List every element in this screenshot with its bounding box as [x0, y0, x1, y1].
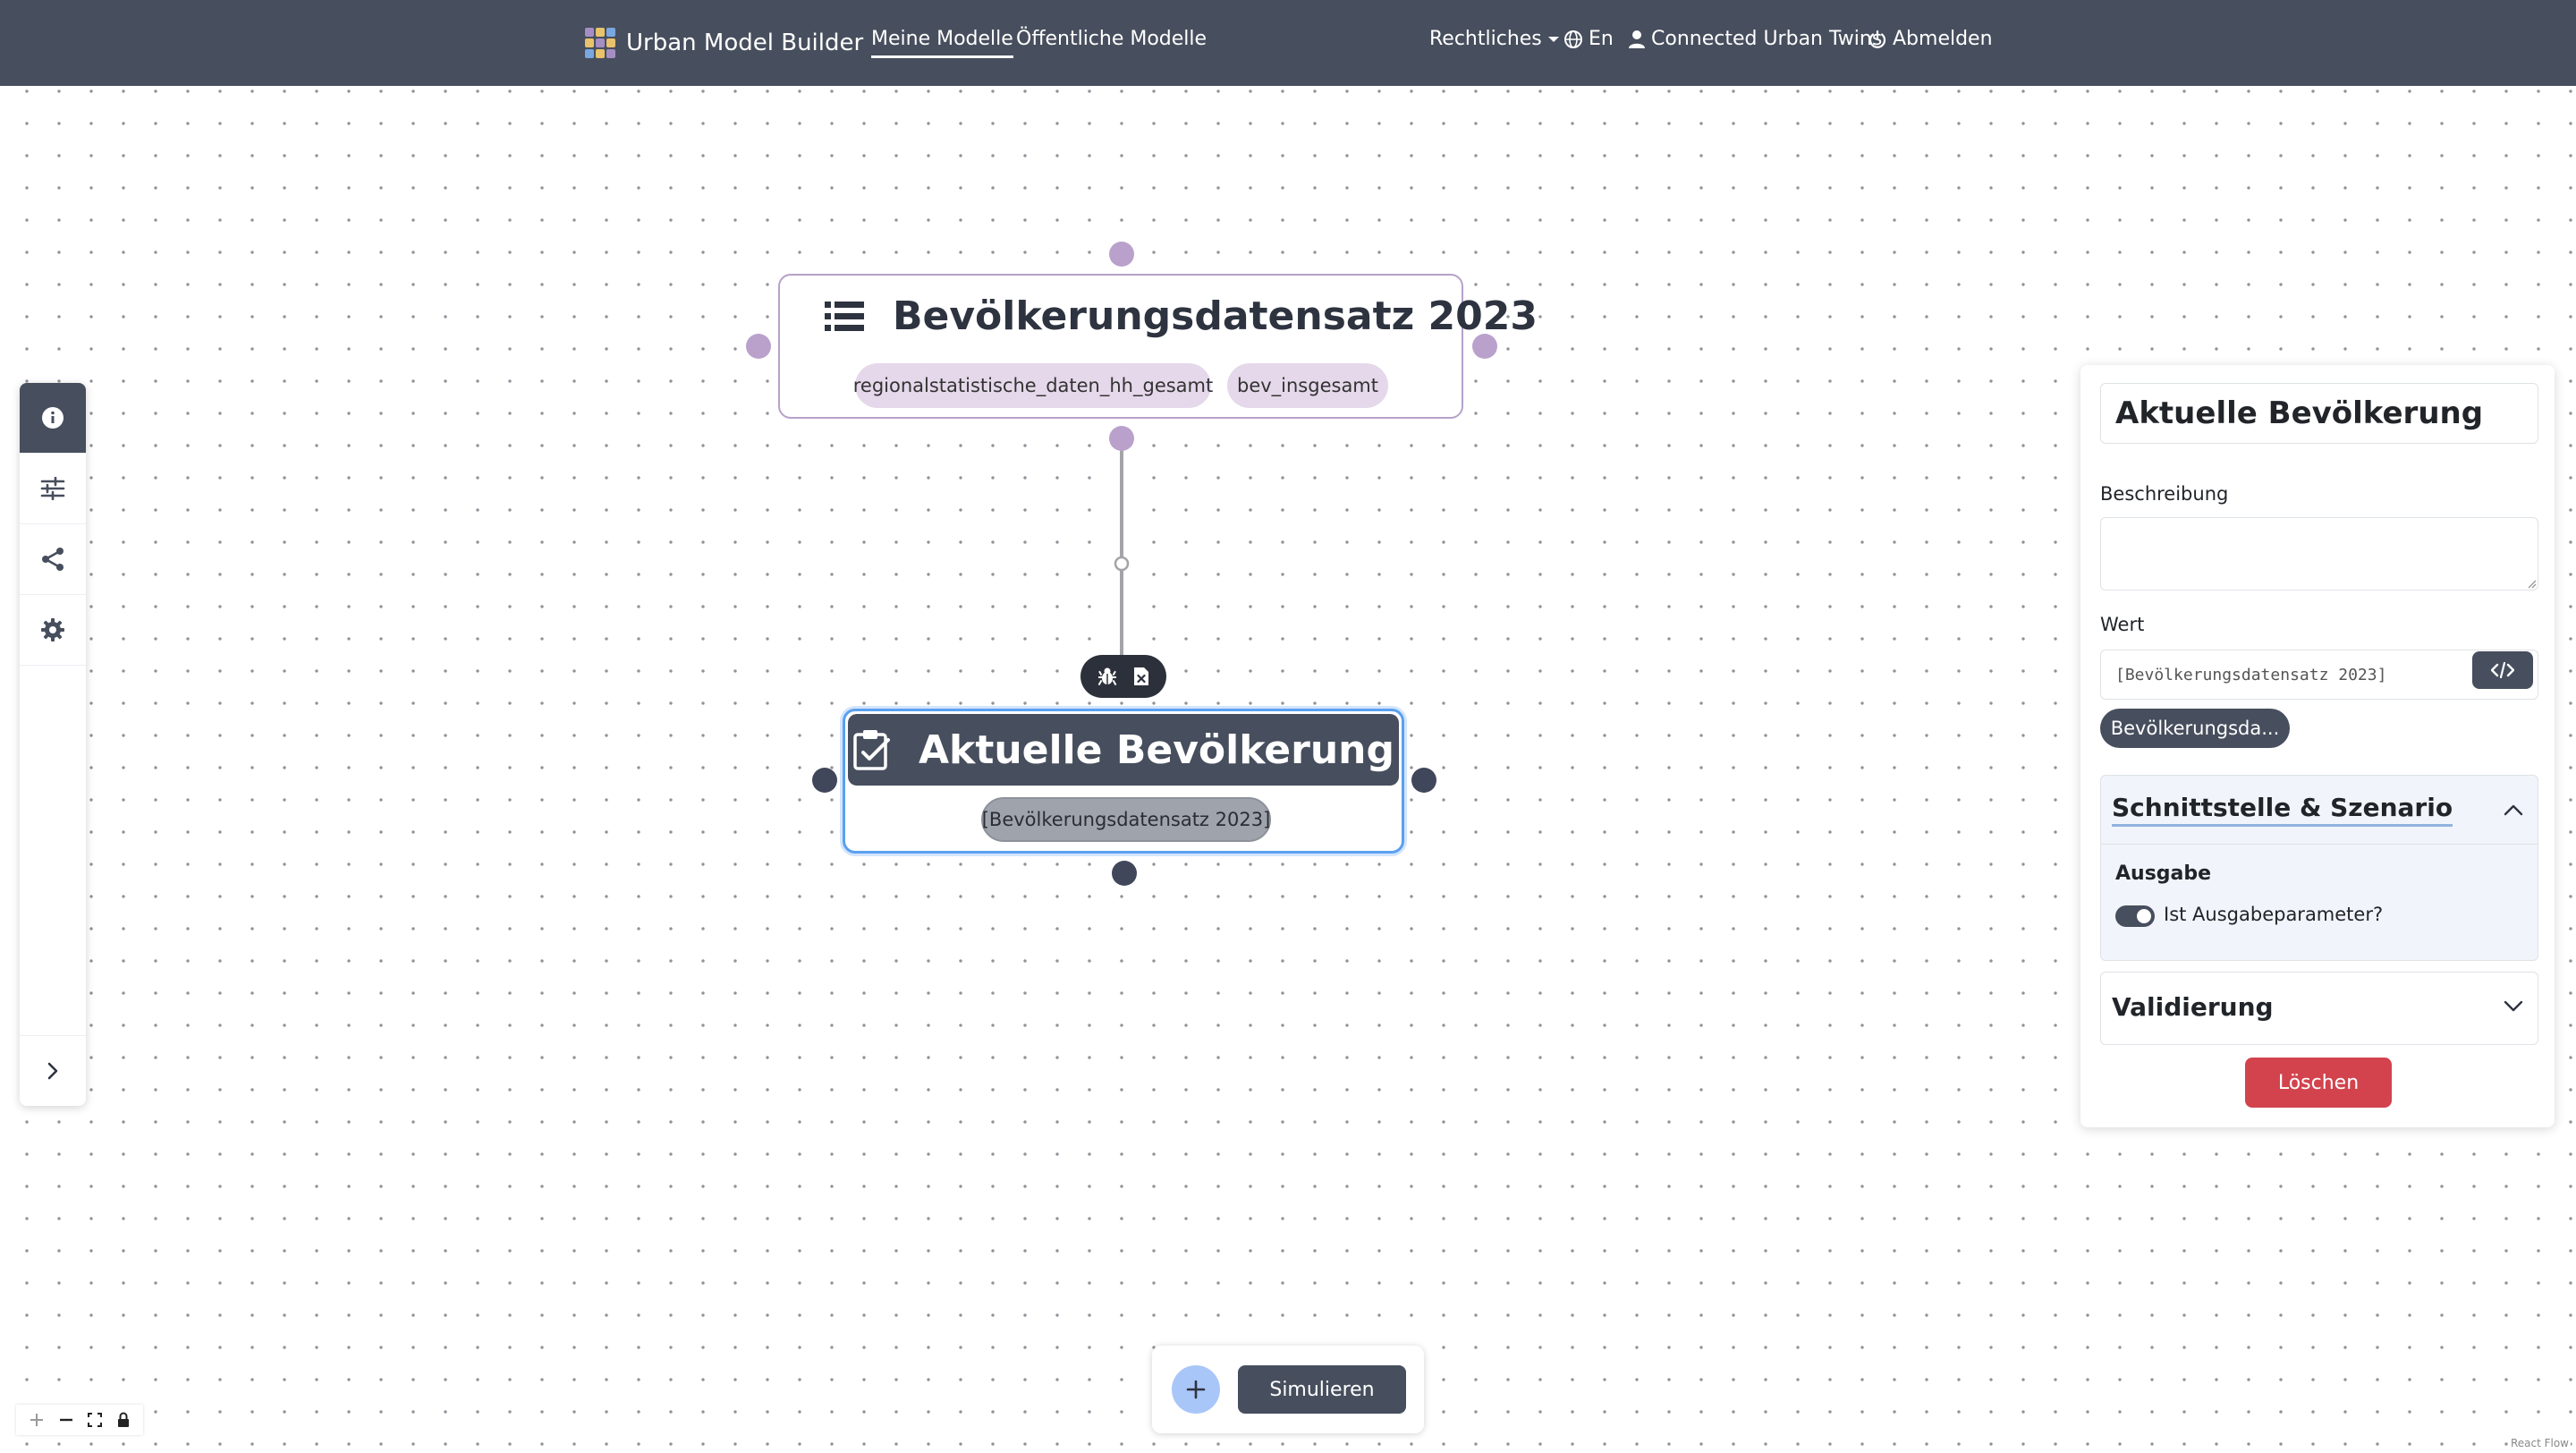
- dataset-handle-left[interactable]: [746, 334, 771, 359]
- accordion-validation-header[interactable]: Validierung: [2112, 973, 2523, 1041]
- node-toolbar: [1080, 655, 1166, 698]
- accordion-interface-title: Schnittstelle & Szenario: [2112, 793, 2453, 827]
- properties-panel: Aktuelle Bevölkerung Beschreibung Wert […: [2080, 365, 2555, 1127]
- output-toggle-label: Ist Ausgabeparameter?: [2164, 904, 2384, 925]
- plus-icon: [1186, 1380, 1206, 1399]
- accordion-interface-scenario: Schnittstelle & Szenario Ausgabe Ist Aus…: [2100, 775, 2538, 961]
- resize-grip-icon[interactable]: [2526, 578, 2537, 589]
- description-label: Beschreibung: [2100, 483, 2229, 505]
- accordion-interface-body: Ausgabe Ist Ausgabeparameter?: [2101, 844, 2538, 960]
- reference-pill[interactable]: Bevölkerungsda...: [2100, 709, 2290, 748]
- delete-file-icon[interactable]: [1133, 667, 1149, 686]
- description-textarea[interactable]: [2100, 517, 2538, 591]
- chevron-down-icon: [2504, 1000, 2523, 1012]
- dataset-node[interactable]: Bevölkerungsdatensatz 2023 regionalstati…: [778, 274, 1538, 419]
- dataset-handle-top[interactable]: [1109, 242, 1134, 267]
- variable-handle-right[interactable]: [1411, 768, 1436, 793]
- value-label: Wert: [2100, 614, 2145, 635]
- zoom-in-icon[interactable]: [29, 1412, 45, 1428]
- dataset-tag: bev_insgesamt: [1227, 363, 1388, 408]
- dataset-tag: regionalstatistische_daten_hh_gesamt: [853, 363, 1213, 408]
- edge-midpoint-handle[interactable]: [1114, 556, 1130, 572]
- add-node-button[interactable]: [1172, 1365, 1220, 1414]
- variable-node-title: Aktuelle Bevölkerung: [919, 726, 1394, 773]
- node-name-input[interactable]: Aktuelle Bevölkerung: [2100, 383, 2538, 444]
- dataset-handle-right[interactable]: [1472, 334, 1497, 359]
- dataset-handle-bottom[interactable]: [1109, 426, 1134, 451]
- simulate-button[interactable]: Simulieren: [1238, 1365, 1406, 1414]
- accordion-interface-header[interactable]: Schnittstelle & Szenario: [2112, 776, 2523, 844]
- dataset-node-title: Bevölkerungsdatensatz 2023: [893, 293, 1538, 339]
- zoom-out-icon[interactable]: [58, 1412, 74, 1428]
- variable-value-tag: [Bevölkerungsdatensatz 2023]: [981, 797, 1271, 842]
- output-heading: Ausgabe: [2115, 862, 2212, 885]
- lock-icon[interactable]: [116, 1412, 131, 1428]
- dataset-node-header: Bevölkerungsdatensatz 2023: [825, 293, 1538, 339]
- code-editor-button[interactable]: [2472, 651, 2533, 689]
- react-flow-attribution[interactable]: React Flow: [2508, 1437, 2571, 1449]
- delete-button[interactable]: Löschen: [2245, 1058, 2392, 1108]
- chevron-up-icon: [2504, 804, 2523, 816]
- list-icon: [825, 301, 864, 331]
- variable-node-header: Aktuelle Bevölkerung: [848, 714, 1399, 786]
- bottom-action-bar: Simulieren: [1152, 1346, 1424, 1433]
- clipboard-check-icon: [853, 730, 890, 770]
- output-parameter-toggle[interactable]: [2115, 905, 2155, 927]
- accordion-validation-title: Validierung: [2112, 991, 2274, 1022]
- variable-handle-left[interactable]: [812, 768, 837, 793]
- variable-node-selected[interactable]: Aktuelle Bevölkerung [Bevölkerungsdatens…: [843, 709, 1404, 854]
- bug-icon[interactable]: [1097, 667, 1117, 686]
- accordion-validation: Validierung: [2100, 972, 2538, 1045]
- code-icon: [2491, 662, 2514, 678]
- variable-handle-bottom[interactable]: [1112, 861, 1137, 886]
- fit-view-icon[interactable]: [87, 1412, 103, 1428]
- flow-controls: [16, 1405, 143, 1435]
